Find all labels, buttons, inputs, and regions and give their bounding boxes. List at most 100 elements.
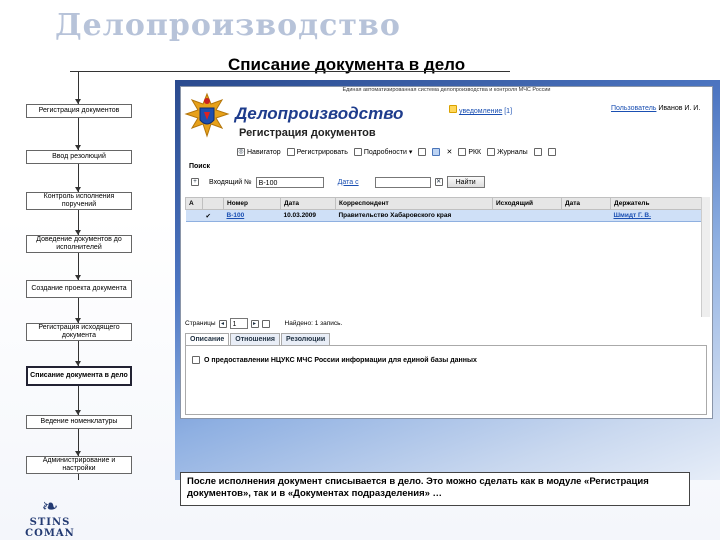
arrow-icon xyxy=(75,361,81,366)
paperclip-icon xyxy=(418,148,427,156)
table-scrollbar[interactable] xyxy=(701,197,710,317)
step-write-off: Списание документа в дело xyxy=(26,366,132,386)
holder-link[interactable]: Шмидт Г. В. xyxy=(614,212,651,219)
row-out-date xyxy=(561,209,611,222)
system-name: Единая автоматизированная система делопр… xyxy=(342,87,551,93)
user-link[interactable]: Пользователь xyxy=(611,105,656,112)
arrow-icon xyxy=(75,318,81,323)
notification-count: [1] xyxy=(504,108,513,115)
notification-link[interactable]: уведомление xyxy=(459,108,502,115)
arrow-icon xyxy=(75,275,81,280)
incoming-number-input[interactable]: В-100 xyxy=(255,176,324,188)
date-label[interactable]: Дата с xyxy=(338,179,359,186)
find-button[interactable]: Найти xyxy=(446,176,485,188)
checkmark-icon: ✔ xyxy=(202,209,224,222)
col-outgoing[interactable]: Исходящий xyxy=(492,197,562,210)
company-logo: ❧ STINS COMAN xyxy=(10,497,90,539)
explanation-note: После исполнения документ списывается в … xyxy=(180,472,690,506)
search-row: + Входящий № В-100 Дата с ✕ Найти xyxy=(191,176,485,188)
print-button[interactable] xyxy=(533,148,542,156)
app-window: Единая автоматизированная система делопр… xyxy=(180,86,713,419)
col-out-date[interactable]: Дата xyxy=(561,197,611,210)
step-resolutions: Ввод резолюций xyxy=(26,150,132,164)
step-nomenclature: Ведение номенклатуры xyxy=(26,415,132,429)
row-outgoing xyxy=(492,209,562,222)
help-icon xyxy=(547,148,556,156)
rkk-button[interactable]: РКК xyxy=(458,148,481,156)
clear-icon[interactable]: ✕ xyxy=(434,178,443,186)
arrow-icon xyxy=(75,230,81,235)
logo-text: STINS COMAN xyxy=(25,517,75,539)
document-link[interactable]: В-100 xyxy=(227,212,245,219)
tab-relations[interactable]: Отношения xyxy=(230,333,281,345)
slide-subtitle: Списание документа в дело xyxy=(228,55,466,74)
date-input[interactable] xyxy=(374,176,431,188)
page-select[interactable]: 1 xyxy=(229,318,248,329)
arrow-icon xyxy=(75,99,81,104)
search-title: Поиск xyxy=(189,163,211,170)
envelope-icon xyxy=(449,105,457,113)
expand-icon[interactable]: + xyxy=(191,178,199,186)
register-button[interactable]: Регистрировать xyxy=(286,148,348,156)
close-icon: ✕ xyxy=(446,149,453,156)
print-icon xyxy=(533,148,542,156)
step-outgoing: Регистрация исходящего документа xyxy=(26,323,132,341)
arrow-icon xyxy=(75,451,81,456)
document-icon xyxy=(192,356,200,364)
col-holder[interactable]: Держатель xyxy=(610,197,705,210)
journal-icon xyxy=(487,148,496,156)
document-icon xyxy=(286,148,295,156)
detail-tabs: Описание Отношения Резолюции xyxy=(185,333,331,345)
description-panel: О предоставлении НЦУКС МЧС России информ… xyxy=(185,345,707,415)
arrow-icon xyxy=(75,187,81,192)
logo-icon: ❧ xyxy=(41,496,59,518)
help-button[interactable] xyxy=(547,148,556,156)
step-delivery: Доведение документов до исполнителей xyxy=(26,235,132,253)
next-page-icon[interactable]: ▸ xyxy=(250,319,259,328)
pager: Страницы ◂ 1 ▸ Найдено: 1 запись. xyxy=(185,318,342,329)
row-date: 10.03.2009 xyxy=(280,209,336,222)
write-off-button[interactable] xyxy=(432,148,441,156)
module-title: Регистрация документов xyxy=(239,127,376,139)
col-a[interactable]: А xyxy=(185,197,203,210)
found-count: Найдено: 1 запись. xyxy=(284,320,343,327)
toolbar: ◎ Навигатор Регистрировать Подробности ▾… xyxy=(237,145,556,159)
user-info: Пользователь Иванов И. И. xyxy=(611,105,700,112)
table-row[interactable]: ✔ В-100 10.03.2009 Правительство Хабаров… xyxy=(185,209,705,222)
arrow-icon xyxy=(75,410,81,415)
navigator-button[interactable]: ◎ Навигатор xyxy=(237,148,281,156)
slide-title: Делопроизводство xyxy=(55,8,401,43)
documents-table: А Номер Дата Корреспондент Исходящий Дат… xyxy=(185,197,705,222)
details-icon xyxy=(353,148,362,156)
attach-button[interactable] xyxy=(418,148,427,156)
card-icon xyxy=(458,148,467,156)
folder-icon xyxy=(432,148,441,156)
user-name: Иванов И. И. xyxy=(658,105,701,112)
col-date[interactable]: Дата xyxy=(280,197,336,210)
tab-description[interactable]: Описание xyxy=(185,333,230,345)
subtitle-underline xyxy=(70,71,510,72)
journals-button[interactable]: Журналы xyxy=(487,148,528,156)
prev-page-icon[interactable]: ◂ xyxy=(218,319,227,328)
notification[interactable]: уведомление [1] xyxy=(449,105,512,115)
step-admin: Администрирование и настройки xyxy=(26,456,132,474)
row-correspondent: Правительство Хабаровского края xyxy=(335,209,493,222)
details-button[interactable]: Подробности ▾ xyxy=(353,148,413,156)
step-registration: Регистрация документов xyxy=(26,104,132,118)
compass-icon: ◎ xyxy=(237,148,245,156)
step-control: Контроль исполнения поручений xyxy=(26,192,132,210)
description-line: О предоставлении НЦУКС МЧС России информ… xyxy=(192,356,477,364)
delete-button[interactable]: ✕ xyxy=(446,148,452,156)
col-number[interactable]: Номер xyxy=(223,197,281,210)
pager-label: Страницы xyxy=(185,320,216,327)
app-brand: Делопроизводство xyxy=(235,104,404,123)
arrow-icon xyxy=(75,145,81,150)
col-correspondent[interactable]: Корреспондент xyxy=(335,197,493,210)
tab-resolutions[interactable]: Резолюции xyxy=(281,333,331,345)
chevron-down-icon[interactable]: ▾ xyxy=(409,148,413,156)
step-draft: Создание проекта документа xyxy=(26,280,132,298)
description-text: О предоставлении НЦУКС МЧС России информ… xyxy=(204,356,477,364)
emchs-emblem-icon xyxy=(184,92,230,138)
refresh-icon[interactable] xyxy=(261,319,270,328)
incoming-label: Входящий № xyxy=(209,178,252,186)
